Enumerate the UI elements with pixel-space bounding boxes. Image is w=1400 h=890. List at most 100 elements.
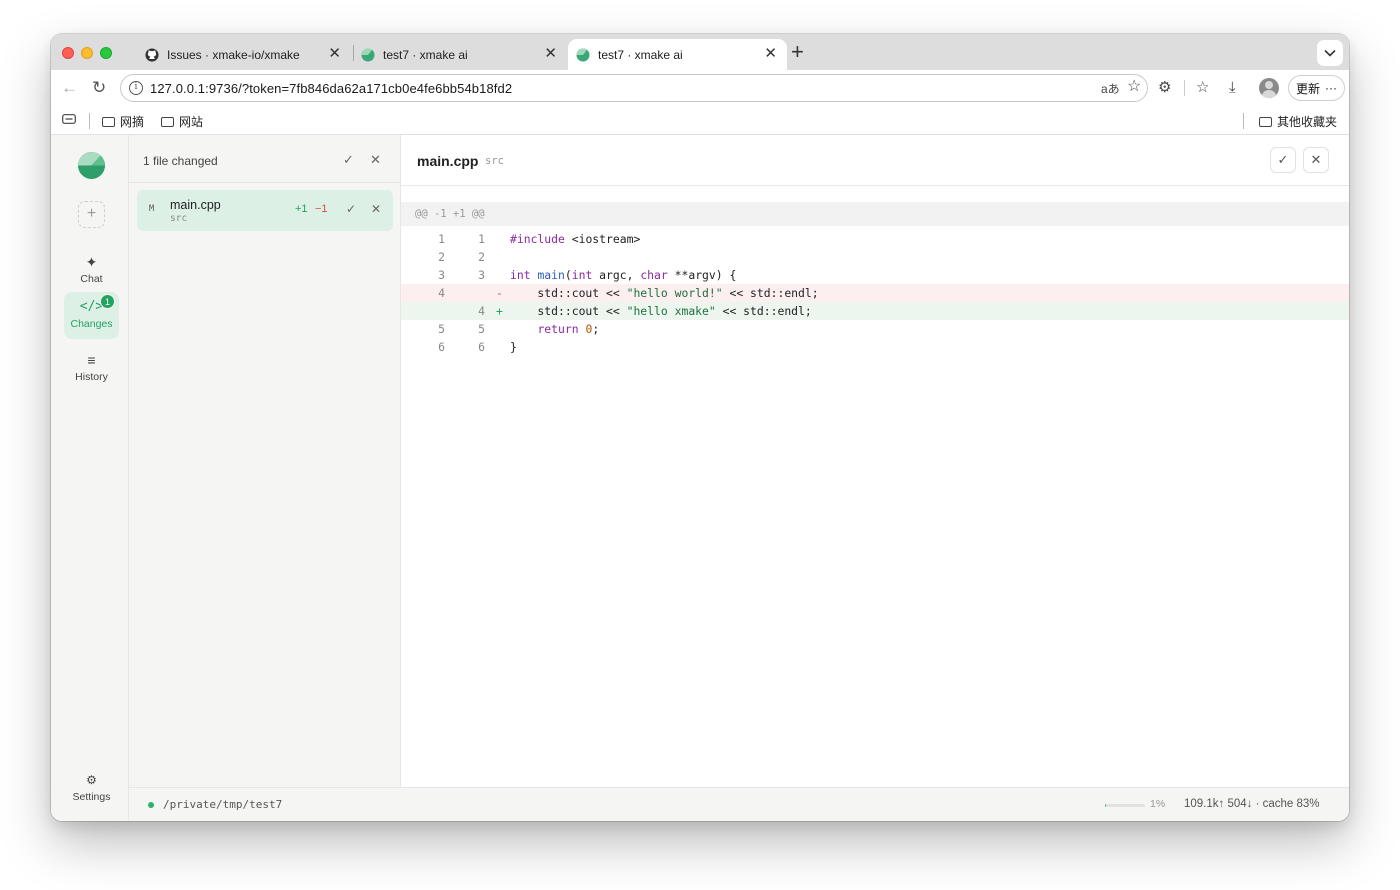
tab-xmake-ai-active[interactable]: test7 · xmake ai ✕ [568,39,787,70]
new-line-number: 6 [478,340,485,354]
bookmarks-bar: 网摘 网站 其他收藏夹 [51,106,1349,135]
changes-panel-header: 1 file changed ✓ ✕ [129,135,400,183]
diff-file-dir: src [485,155,504,167]
old-line-number: 2 [438,250,445,264]
nav-rail: + ✦ Chat </> Changes 1 ≡ History ⚙ Setti… [51,135,129,821]
workspace-path: /private/tmp/test7 [163,798,283,811]
new-line-number: 4 [478,304,485,318]
diff-file-name: main.cpp [417,153,479,169]
diff-line-ctx: 5 5 return 0; [401,320,1349,338]
context-usage-percent: 1% [1150,798,1166,810]
close-window-button[interactable] [62,47,74,59]
hunk-header: @@ -1 +1 @@ [401,202,1349,226]
new-session-button[interactable]: + [78,201,105,228]
xmake-ai-icon [576,47,590,62]
diff-line-ctx: 6 6} [401,338,1349,356]
address-bar: ← ↻ i 127.0.0.1:9736/?token=7fb846da62a1… [51,70,1349,106]
changes-count-badge: 1 [100,294,115,309]
rail-label: Settings [72,791,111,803]
diff-line-del: 4 - std::cout << "hello world!" << std::e… [401,284,1349,302]
code-text: } [510,340,517,354]
close-diff-button[interactable]: ✕ [1303,147,1329,173]
old-line-number: 3 [438,268,445,282]
accept-all-icon[interactable]: ✓ [343,152,354,168]
more-icon: ··· [1325,81,1337,95]
sparkle-icon: ✦ [85,254,98,270]
profile-avatar[interactable] [1259,78,1279,98]
downloads-icon[interactable]: ⤓ [1229,79,1236,97]
accept-file-icon[interactable]: ✓ [346,202,356,216]
code-text: #include <iostream> [510,232,641,246]
xmake-ai-icon [361,47,375,62]
favorites-icon[interactable]: ☆ [1196,79,1209,97]
tab-title: test7 · xmake ai [598,47,683,62]
rail-item-history[interactable]: ≡ History [64,345,119,391]
tab-xmake-ai[interactable]: test7 · xmake ai ✕ [353,39,567,70]
code-text: int main(int argc, char **argv) { [510,268,737,282]
toolbar-divider [1184,80,1185,96]
diff-line-ctx: 22 [401,248,1349,266]
diff-sign: - [496,286,503,300]
url-field[interactable]: i 127.0.0.1:9736/?token=7fb846da62a171cb… [120,74,1148,102]
reject-file-icon[interactable]: ✕ [371,202,381,216]
other-bookmarks[interactable]: 其他收藏夹 [1259,113,1337,130]
file-dir: src [170,213,188,224]
reject-all-icon[interactable]: ✕ [370,152,381,168]
close-tab-icon[interactable]: ✕ [328,46,341,62]
new-line-number: 5 [478,322,485,336]
update-button[interactable]: 更新 ··· [1288,75,1345,101]
app-root: + ✦ Chat </> Changes 1 ≡ History ⚙ Setti… [51,135,1349,821]
changed-file-row[interactable]: M main.cpp src +1 −1 ✓ ✕ [137,190,393,231]
context-usage-bar [1105,804,1145,807]
tab-actions-icon[interactable] [62,114,76,124]
bookmark-label: 网摘 [120,115,145,129]
extensions-icon[interactable]: ⚙ [1158,79,1171,97]
rail-label: History [75,371,108,383]
tab-search-button[interactable] [1317,40,1343,66]
tab-title: test7 · xmake ai [383,47,468,62]
new-line-number: 3 [478,268,485,282]
diff-sign: + [496,304,503,318]
rail-item-settings[interactable]: ⚙ Settings [64,765,119,811]
folder-icon [102,116,115,127]
close-tab-icon[interactable]: ✕ [764,46,777,62]
file-status: M [149,204,155,214]
browser-window: Issues · xmake-io/xmake ✕ test7 · xmake … [51,34,1349,821]
code-text: std::cout << "hello xmake" << std::endl; [510,304,812,318]
reload-icon[interactable]: ↻ [92,78,106,98]
bookmark-folder[interactable]: 网站 [161,113,203,130]
lines-removed: −1 [315,203,328,215]
file-name: main.cpp [170,198,221,212]
close-tab-icon[interactable]: ✕ [544,46,557,62]
tab-title: Issues · xmake-io/xmake [167,47,300,62]
rail-item-chat[interactable]: ✦ Chat [64,247,119,293]
site-info-icon[interactable]: i [129,81,143,95]
zoom-window-button[interactable] [100,47,112,59]
old-line-number: 6 [438,340,445,354]
lines-added: +1 [295,203,308,215]
diff-header: main.cpp src ✓ ✕ [401,135,1349,186]
bookmark-folder[interactable]: 网摘 [102,113,144,130]
bookmarks-divider [1243,113,1244,129]
diff-viewer: main.cpp src ✓ ✕ @@ -1 +1 @@ 1 1 #include … [401,135,1349,787]
new-line-number: 1 [478,232,485,246]
diff-line-add: 4 + std::cout << "hello xmake" << std::en… [401,302,1349,320]
tab-github-issues[interactable]: Issues · xmake-io/xmake ✕ [137,39,351,70]
connection-status-dot [148,802,154,808]
folder-icon [161,116,174,127]
accept-change-button[interactable]: ✓ [1270,147,1296,173]
chevron-down-icon [1324,49,1336,57]
old-line-number: 5 [438,322,445,336]
rail-item-changes[interactable]: </> Changes 1 [64,292,119,339]
other-bookmarks-label: 其他收藏夹 [1277,115,1338,129]
new-tab-icon[interactable]: + [791,41,804,63]
url-text: 127.0.0.1:9736/?token=7fb846da62a171cb0e… [150,81,513,96]
code-text: std::cout << "hello world!" << std::endl… [510,286,819,300]
back-arrow-icon[interactable]: ← [61,78,78,98]
minimize-window-button[interactable] [81,47,93,59]
changes-summary: 1 file changed [143,154,218,168]
rail-label: Changes [70,318,113,330]
star-icon[interactable]: ☆ [1127,78,1141,96]
translate-icon[interactable]: aあ [1101,80,1120,98]
github-icon [145,47,159,62]
